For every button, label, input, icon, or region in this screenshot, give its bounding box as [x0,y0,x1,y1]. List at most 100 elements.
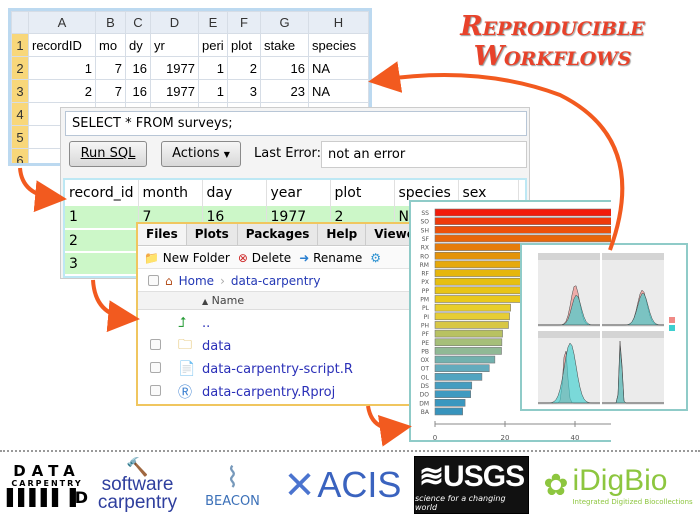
result-column-header[interactable]: month [138,180,203,206]
bar-PL [434,303,511,312]
sheet-cell[interactable]: 16 [125,56,151,80]
gear-icon[interactable]: ⚙ [370,251,381,265]
result-column-header[interactable]: day [202,180,267,206]
actions-button[interactable]: Actions ▼ [161,141,241,167]
sql-query-input[interactable]: SELECT * FROM surveys; [65,111,527,136]
sheet-cell[interactable]: peri [198,33,228,57]
row-header[interactable]: 6 [11,148,29,163]
bar-BA [434,407,463,416]
rename-button[interactable]: ➜ Rename [299,251,362,265]
result-column-header[interactable]: plot [330,180,395,206]
bar-OX [434,355,496,364]
column-header[interactable]: D [150,11,199,34]
bar-SO [434,217,611,225]
column-header[interactable]: B [95,11,126,34]
bar-SH [434,225,611,234]
sheet-cell[interactable]: plot [227,33,261,57]
tab-files[interactable]: Files [138,224,187,245]
delete-label: Delete [251,250,292,265]
sheet-cell[interactable]: 1 [28,56,96,80]
sheet-cell[interactable]: 1977 [150,79,199,103]
bar-PH [434,321,509,329]
run-sql-button[interactable]: Run SQL [69,141,147,167]
file-name-link[interactable]: .. [202,316,210,331]
sheet-cell[interactable]: 2 [227,56,261,80]
new-folder-button[interactable]: 📁 New Folder [144,251,230,265]
sheet-cell[interactable]: NA [308,79,369,103]
breadcrumb-current[interactable]: data-carpentry [231,274,321,288]
tab-packages[interactable]: Packages [238,224,319,245]
run-sql-label: Run SQL [80,146,136,161]
arrow-files-to-chart [366,405,412,447]
file-name-link[interactable]: data-carpentry-script.R [202,362,353,377]
row-header[interactable]: 4 [11,102,29,126]
result-column-header[interactable]: year [266,180,331,206]
column-header[interactable]: G [260,11,309,34]
row-header[interactable]: 5 [11,125,29,149]
sheet-cell[interactable]: 1977 [150,56,199,80]
bar-label: OX [421,357,429,364]
row-header[interactable]: 2 [11,56,29,80]
corner-cell[interactable] [11,11,29,34]
sheet-cell[interactable]: NA [308,56,369,80]
sheet-cell[interactable]: 3 [227,79,261,103]
file-name-link[interactable]: data [202,339,231,354]
delete-button[interactable]: ⊗ Delete [238,251,291,265]
bar-label: SO [420,219,429,226]
sheet-row: 3 2 7 16 1977 1 3 23 NA [11,79,369,103]
files-pane: FilesPlotsPackagesHelpViewer 📁 New Folde… [136,222,416,406]
bar-DS [434,381,473,390]
sheet-cell[interactable]: 16 [125,79,151,103]
file-checkbox[interactable] [150,338,161,350]
bar-label: OL [421,374,430,381]
column-header[interactable]: H [308,11,369,34]
select-all-checkbox[interactable] [148,275,159,286]
column-header[interactable]: F [227,11,261,34]
row-header[interactable]: 3 [11,79,29,103]
sheet-cell[interactable]: 1 [198,79,228,103]
column-header[interactable]: E [198,11,228,34]
home-icon[interactable]: ⌂ [165,274,173,288]
breadcrumb-home[interactable]: Home [179,274,214,288]
file-row[interactable]: 📄 data-carpentry-script.R [138,358,414,380]
sheet-cell[interactable]: 7 [95,56,126,80]
name-column-header[interactable]: ▲ Name [138,292,414,310]
data-carpentry-logo: DATA CARPENTRY ▌▌▌▌▌▐D [6,462,88,507]
file-name-link[interactable]: data-carpentry.Rproj [202,385,335,400]
breadcrumb: ⌂ Home › data-carpentry [138,270,414,292]
file-row[interactable]: 🗀 data [138,335,414,357]
sheet-cell[interactable]: 23 [260,79,309,103]
tab-help[interactable]: Help [318,224,367,245]
sort-up-icon: ▲ [202,297,209,306]
file-row[interactable]: ⮥.. [138,312,414,334]
sheet-cell[interactable]: 7 [95,79,126,103]
result-cell: 1 [65,206,139,230]
sheet-cell[interactable]: yr [150,33,199,57]
sheet-cell[interactable]: 16 [260,56,309,80]
bar-PB [434,347,502,355]
tab-plots[interactable]: Plots [187,224,238,245]
last-error-field[interactable]: not an error [321,141,527,168]
row-header[interactable]: 1 [11,33,29,57]
sheet-cell[interactable]: mo [95,33,126,57]
new-folder-icon: 📁 [144,250,159,265]
sheet-cell[interactable]: species [308,33,369,57]
bar-label: PX [421,279,429,286]
sheet-cell[interactable]: recordID [28,33,96,57]
bar-label: PM [420,297,429,304]
result-column-header[interactable]: record_id [65,180,139,206]
file-checkbox[interactable] [150,361,161,373]
column-header[interactable]: A [28,11,96,34]
sheet-cell[interactable]: stake [260,33,309,57]
bar-SS [434,208,611,217]
sheet-cell[interactable]: dy [125,33,151,57]
file-checkbox[interactable] [150,384,161,396]
bar-label: DM [419,400,429,407]
file-row[interactable]: Ⓡdata-carpentry.Rproj [138,381,414,403]
sheet-cell[interactable]: 1 [198,56,228,80]
column-header[interactable]: C [125,11,151,34]
bar-label: SF [422,236,430,243]
sheet-cell[interactable]: 2 [28,79,96,103]
bar-label: SH [421,227,429,234]
name-header-label: Name [211,294,245,307]
